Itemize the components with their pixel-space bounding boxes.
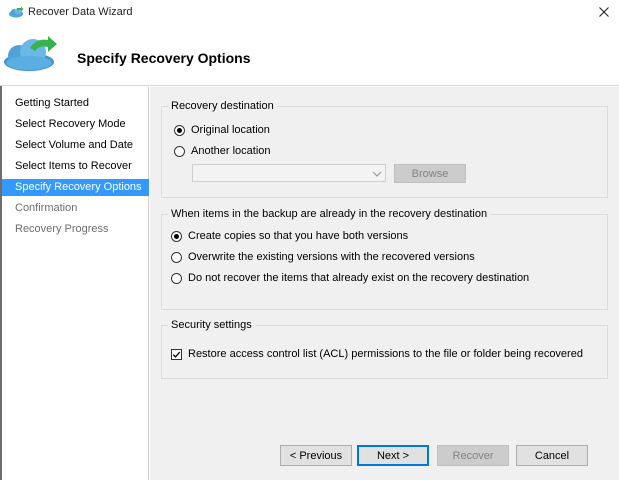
checkbox-checked-icon [171,348,182,360]
do-not-recover-radio[interactable]: Do not recover the items that already ex… [171,270,529,286]
radio-unselected-icon [171,272,182,284]
cloud-arrow-icon [8,6,24,18]
content-panel: Recovery destination Original location A… [150,87,619,480]
browse-button: Browse [394,164,466,183]
nav-item-select-volume-and-date[interactable]: Select Volume and Date [2,137,149,154]
another-location-radio[interactable]: Another location [174,143,271,159]
radio-unselected-icon [171,251,182,263]
nav-item-select-recovery-mode[interactable]: Select Recovery Mode [2,116,149,133]
acl-checkbox[interactable]: Restore access control list (ACL) permis… [171,346,583,362]
nav-item-getting-started[interactable]: Getting Started [2,95,149,112]
recover-button: Recover [437,445,509,466]
another-location-label: Another location [191,145,271,157]
nav-item-select-items-to-recover[interactable]: Select Items to Recover [2,158,149,175]
do-not-recover-label: Do not recover the items that already ex… [188,272,530,284]
close-icon [599,6,609,20]
create-copies-radio[interactable]: Create copies so that you have both vers… [171,228,408,244]
radio-unselected-icon [174,145,185,157]
wizard-steps-nav: Getting Started Select Recovery Mode Sel… [2,87,149,480]
original-location-label: Original location [191,124,270,136]
close-button[interactable] [589,0,619,26]
title-bar: Recover Data Wizard [0,0,619,26]
conflict-handling-legend: When items in the backup are already in … [171,208,488,220]
nav-item-specify-recovery-options[interactable]: Specify Recovery Options [2,179,149,196]
overwrite-label: Overwrite the existing versions with the… [188,251,475,263]
next-button[interactable]: Next > [357,445,429,466]
nav-item-confirmation: Confirmation [15,202,78,214]
nav-item-recovery-progress: Recovery Progress [15,223,109,235]
acl-label: Restore access control list (ACL) permis… [188,348,583,360]
recovery-destination-legend: Recovery destination [171,100,274,112]
radio-selected-icon [174,124,185,136]
wizard-header: Specify Recovery Options [0,26,619,86]
chevron-down-icon [372,169,382,177]
overwrite-radio[interactable]: Overwrite the existing versions with the… [171,249,475,265]
cancel-button[interactable]: Cancel [516,445,588,466]
previous-button[interactable]: < Previous [280,445,352,466]
radio-selected-icon [171,230,182,242]
page-title: Specify Recovery Options [77,50,251,66]
original-location-radio[interactable]: Original location [174,122,270,138]
create-copies-label: Create copies so that you have both vers… [188,230,409,242]
location-path-combo [192,164,386,182]
security-settings-legend: Security settings [171,319,252,331]
cloud-recover-icon [2,34,62,74]
window-title: Recover Data Wizard [28,6,133,18]
